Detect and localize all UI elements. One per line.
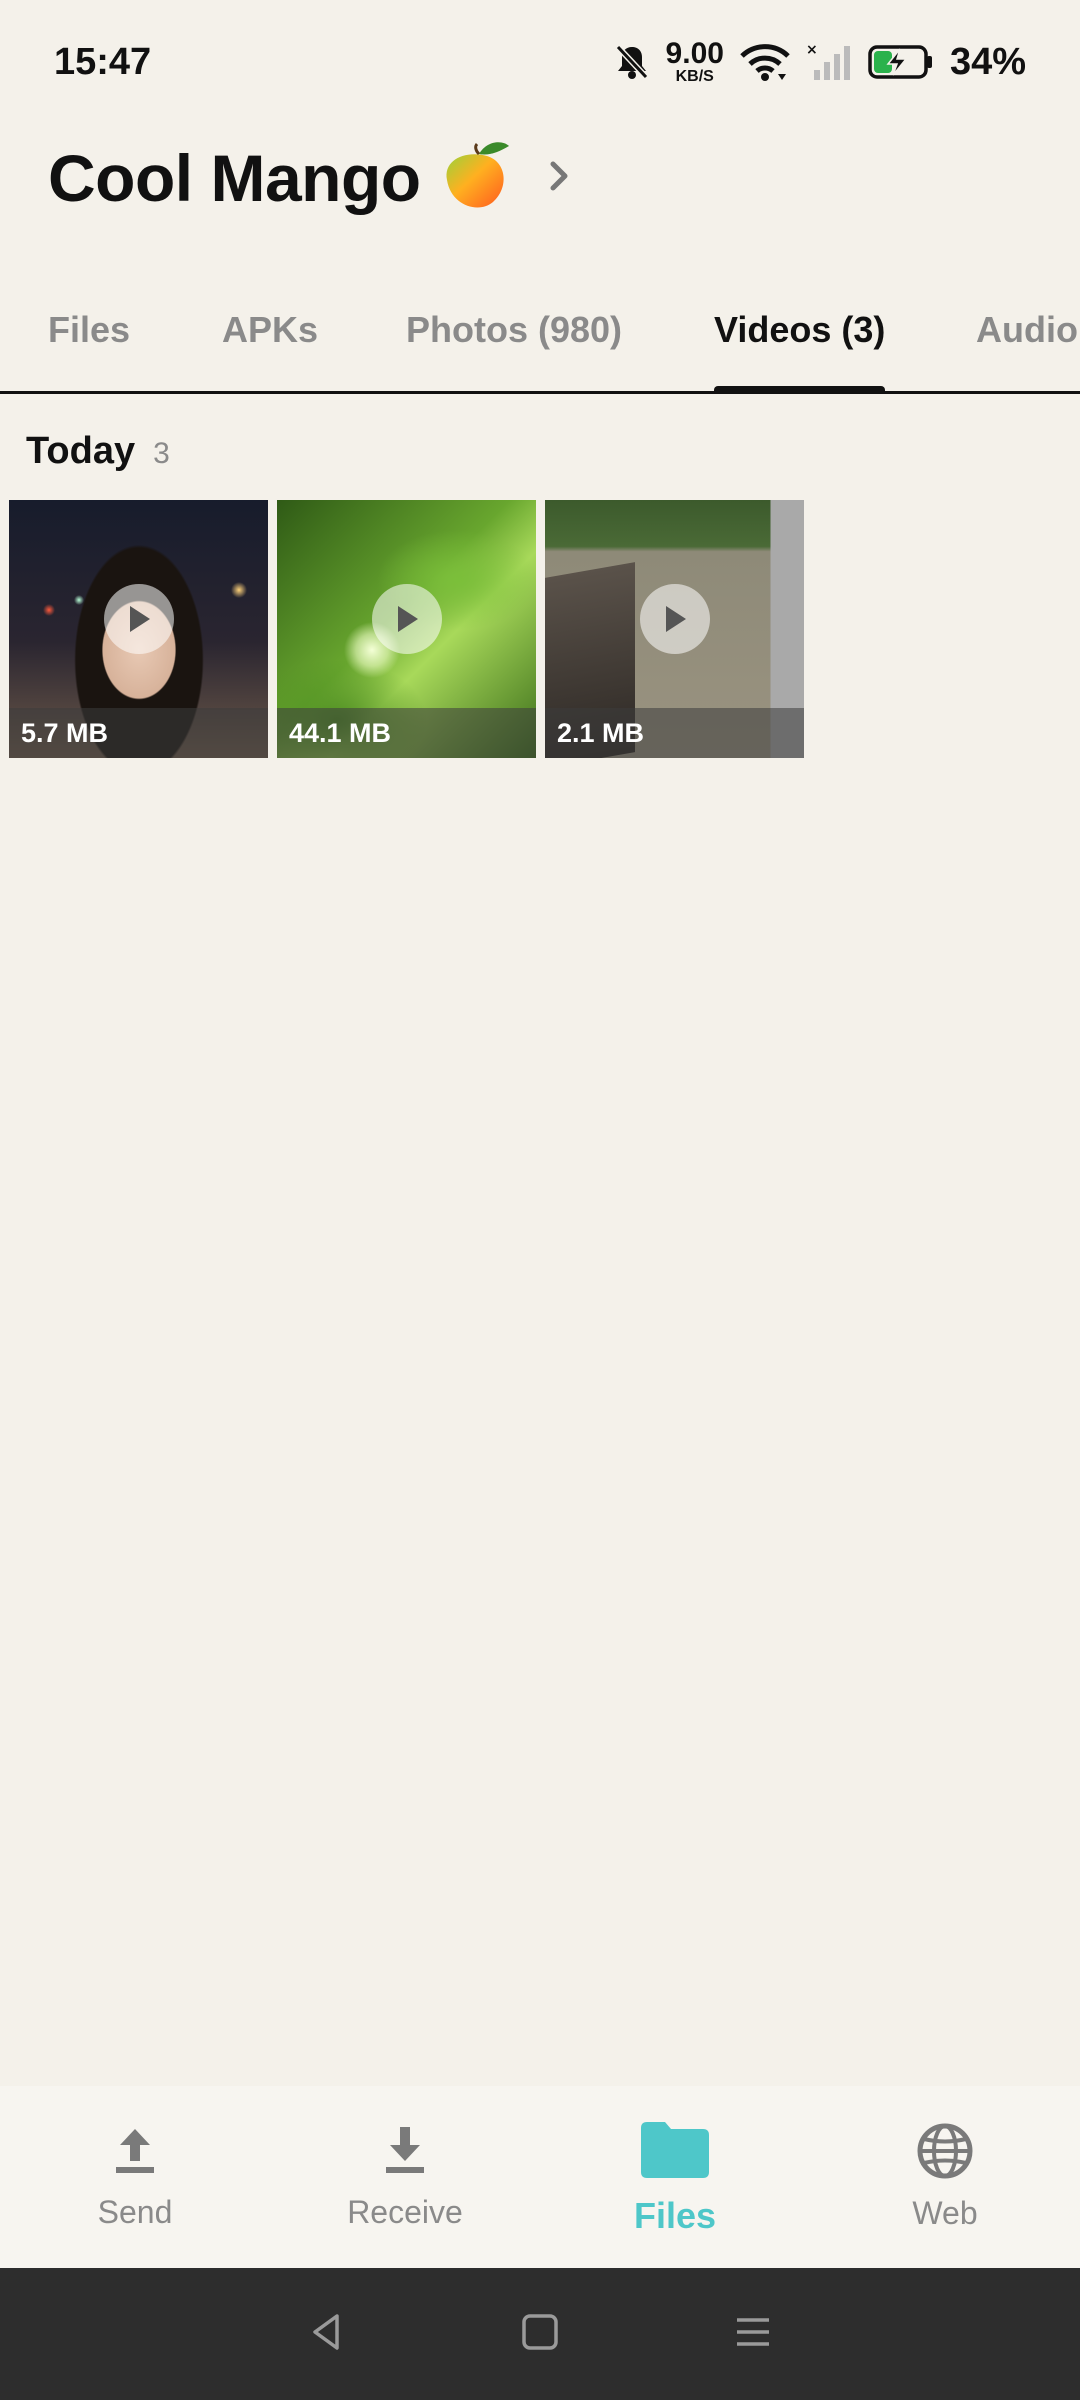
play-icon <box>103 584 174 654</box>
upload-icon <box>110 2123 160 2184</box>
battery-percent: 34% <box>949 40 1026 83</box>
section-title: Today <box>26 430 136 472</box>
video-size-bar: 44.1 MB <box>277 708 536 758</box>
nav-label: Web <box>912 2195 978 2231</box>
nav-label: Files <box>633 2194 717 2236</box>
recents-menu-icon[interactable] <box>731 2310 775 2359</box>
svg-text:×: × <box>806 42 818 58</box>
tab-photos[interactable]: Photos (980) <box>406 268 622 391</box>
category-tabs: Files APKs Photos (980) Videos (3) Audio <box>0 268 1080 394</box>
video-size: 44.1 MB <box>289 717 392 748</box>
video-size: 2.1 MB <box>557 717 645 748</box>
tab-label: Photos (980) <box>406 308 623 350</box>
status-bar: 15:47 9.00 KB/S × 34% <box>0 0 1080 124</box>
play-icon <box>639 584 710 654</box>
video-thumbnail[interactable]: 44.1 MB <box>277 500 536 758</box>
nav-send[interactable]: Send <box>0 2086 270 2268</box>
tab-label: Audio <box>976 308 1078 350</box>
network-speed-value: 9.00 <box>665 37 724 70</box>
network-speed-unit: KB/S <box>675 68 714 85</box>
tab-label: Videos (3) <box>714 308 886 350</box>
bottom-navigation: Send Receive Files Web <box>0 2086 1080 2268</box>
device-name: Cool Mango <box>48 141 421 215</box>
video-thumbnail[interactable]: 2.1 MB <box>545 500 804 758</box>
nav-web[interactable]: Web <box>810 2086 1080 2268</box>
download-icon <box>380 2123 430 2184</box>
section-count: 3 <box>153 437 170 470</box>
tab-label: APKs <box>222 308 319 350</box>
back-icon[interactable] <box>305 2310 349 2359</box>
mute-bell-icon <box>614 43 650 81</box>
section-header: Today 3 <box>26 430 170 473</box>
tab-files[interactable]: Files <box>48 268 130 391</box>
nav-label: Receive <box>347 2194 463 2230</box>
globe-icon <box>916 2122 974 2185</box>
tab-videos[interactable]: Videos (3) <box>714 268 886 391</box>
video-thumbnail[interactable]: 5.7 MB <box>9 500 268 758</box>
folder-icon <box>637 2118 713 2185</box>
nav-label: Send <box>97 2194 173 2230</box>
tab-apks[interactable]: APKs <box>222 268 318 391</box>
nav-receive[interactable]: Receive <box>270 2086 540 2268</box>
home-icon[interactable] <box>518 2310 562 2359</box>
nav-files[interactable]: Files <box>540 2086 810 2268</box>
play-icon <box>371 584 442 654</box>
tab-audio[interactable]: Audio <box>976 268 1078 391</box>
video-size-bar: 5.7 MB <box>9 708 268 758</box>
battery-charging-icon <box>868 44 934 80</box>
video-size-bar: 2.1 MB <box>545 708 804 758</box>
wifi-icon <box>740 42 790 82</box>
network-speed: 9.00 KB/S <box>666 39 724 85</box>
chevron-right-icon[interactable] <box>545 156 575 201</box>
status-icons: 9.00 KB/S × 34% <box>614 39 1026 85</box>
device-header[interactable]: Cool Mango <box>48 128 575 228</box>
tab-label: Files <box>48 308 131 350</box>
system-navigation-bar <box>0 2268 1080 2400</box>
mango-icon <box>435 136 515 221</box>
cellular-no-signal-icon: × <box>806 42 852 82</box>
status-time: 15:47 <box>54 40 152 83</box>
video-grid: 5.7 MB 44.1 MB 2.1 MB <box>9 500 804 758</box>
video-size: 5.7 MB <box>21 717 109 748</box>
